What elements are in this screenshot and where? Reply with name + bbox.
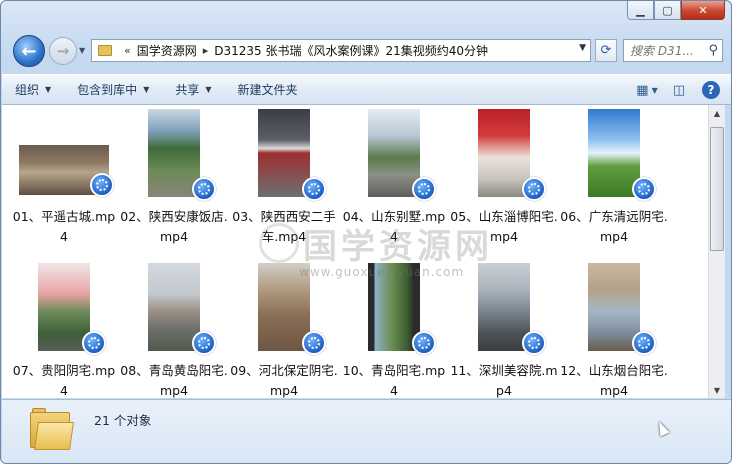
video-thumbnail [120, 107, 228, 201]
media-player-icon [412, 331, 436, 355]
chevron-down-icon: ▼ [45, 85, 52, 94]
arrow-left-icon: ← [21, 40, 37, 62]
media-player-icon [82, 331, 106, 355]
video-thumbnail [10, 107, 118, 201]
view-options-button[interactable]: ▦ ▼ [634, 78, 660, 102]
media-player-icon [632, 331, 656, 355]
include-library-label: 包含到库中 [77, 83, 138, 97]
maximize-button[interactable]: ▢ [654, 1, 681, 20]
new-folder-label: 新建文件夹 [237, 83, 298, 97]
forward-button[interactable]: → [49, 37, 77, 65]
video-thumbnail [560, 261, 668, 355]
refresh-button[interactable]: ⟳ [595, 39, 617, 62]
command-bar: 组织 ▼ 包含到库中 ▼ 共享 ▼ 新建文件夹 ▦ ▼ ◫ ? [2, 74, 731, 105]
file-item[interactable]: 03、陕西西安二手车.mp4 [230, 107, 338, 249]
video-thumbnail [120, 261, 228, 355]
share-label: 共享 [175, 83, 200, 97]
folder-icon [30, 408, 74, 450]
share-menu[interactable]: 共享 ▼ [162, 78, 224, 102]
file-name: 11、深圳美容院.mp4 [450, 363, 558, 398]
address-overflow[interactable]: « [124, 44, 131, 57]
media-player-icon [90, 173, 114, 197]
media-player-icon [192, 177, 216, 201]
breadcrumb-root[interactable]: 国学资源网 [137, 42, 197, 59]
organize-label: 组织 [15, 83, 40, 97]
file-name: 07、贵阳阴宅.mp4 [12, 363, 116, 398]
preview-pane-icon: ◫ [672, 82, 686, 98]
address-bar[interactable]: « 国学资源网 ▸ D31235 张书瑞《风水案例课》21集视频约40分钟 ▼ [91, 39, 591, 62]
refresh-icon: ⟳ [600, 43, 612, 58]
media-player-icon [302, 331, 326, 355]
vertical-scrollbar[interactable]: ▲ ▼ [708, 105, 725, 398]
file-item[interactable]: 04、山东别墅.mp4 [340, 107, 448, 249]
include-library-menu[interactable]: 包含到库中 ▼ [64, 78, 162, 102]
file-name: 05、山东淄博阳宅.mp4 [450, 209, 558, 244]
breadcrumb-separator[interactable]: ▸ [203, 44, 209, 57]
media-player-icon [192, 331, 216, 355]
scroll-up-button[interactable]: ▲ [709, 105, 725, 121]
video-thumbnail [230, 261, 338, 355]
help-icon: ? [702, 81, 720, 99]
file-item[interactable]: 05、山东淄博阳宅.mp4 [450, 107, 558, 249]
media-player-icon [412, 177, 436, 201]
explorer-window: ▁ ▢ ✕ ← → ▼ « 国学资源网 ▸ D31235 张书瑞《风水案例课》2… [0, 0, 732, 464]
breadcrumb-current[interactable]: D31235 张书瑞《风水案例课》21集视频约40分钟 [214, 42, 488, 59]
media-player-icon [302, 177, 326, 201]
help-button[interactable]: ? [698, 78, 724, 102]
video-thumbnail [450, 107, 558, 201]
search-icon[interactable]: ⚲ [708, 43, 718, 58]
file-name: 02、陕西安康饭店.mp4 [120, 209, 228, 244]
scroll-down-button[interactable]: ▼ [709, 382, 725, 398]
file-item[interactable]: 09、河北保定阴宅.mp4 [230, 261, 338, 398]
media-player-icon [632, 177, 656, 201]
file-name: 12、山东烟台阳宅.mp4 [560, 363, 668, 398]
item-count: 21 个对象 [94, 413, 152, 428]
file-name: 10、青岛阳宅.mp4 [342, 363, 446, 398]
video-thumbnail [230, 107, 338, 201]
file-name: 06、广东清远阴宅.mp4 [560, 209, 668, 244]
file-item[interactable]: 02、陕西安康饭店.mp4 [120, 107, 228, 249]
file-item[interactable]: 12、山东烟台阳宅.mp4 [560, 261, 668, 398]
navigation-bar: ← → ▼ « 国学资源网 ▸ D31235 张书瑞《风水案例课》21集视频约4… [9, 33, 725, 69]
scrollbar-thumb[interactable] [710, 127, 724, 251]
video-thumbnail [340, 107, 448, 201]
chevron-down-icon[interactable]: ▼ [579, 43, 586, 53]
chevron-down-icon: ▼ [143, 85, 150, 94]
close-button[interactable]: ✕ [681, 1, 725, 20]
arrow-right-icon: → [56, 42, 70, 60]
caption-buttons: ▁ ▢ ✕ [627, 1, 725, 23]
media-player-icon [522, 331, 546, 355]
minimize-button[interactable]: ▁ [627, 1, 654, 20]
file-item[interactable]: 06、广东清远阴宅.mp4 [560, 107, 668, 249]
file-name: 01、平遥古城.mp4 [12, 209, 116, 244]
file-item[interactable]: 07、贵阳阴宅.mp4 [10, 261, 118, 398]
new-folder-button[interactable]: 新建文件夹 [225, 78, 311, 102]
chevron-down-icon: ▼ [651, 85, 658, 95]
file-name: 04、山东别墅.mp4 [342, 209, 446, 244]
organize-menu[interactable]: 组织 ▼ [2, 78, 64, 102]
file-name: 03、陕西西安二手车.mp4 [232, 209, 336, 244]
file-item[interactable]: 11、深圳美容院.mp4 [450, 261, 558, 398]
video-thumbnail [10, 261, 118, 355]
search-input[interactable] [630, 43, 708, 58]
view-icon: ▦ [636, 82, 649, 98]
file-name: 08、青岛黄岛阳宅.mp4 [120, 363, 228, 398]
video-thumbnail [340, 261, 448, 355]
folder-icon [98, 45, 112, 56]
recent-pages-dropdown[interactable]: ▼ [79, 46, 85, 55]
file-item[interactable]: 01、平遥古城.mp4 [10, 107, 118, 249]
video-thumbnail [560, 107, 668, 201]
back-button[interactable]: ← [13, 35, 45, 67]
file-item[interactable]: 10、青岛阳宅.mp4 [340, 261, 448, 398]
file-name: 09、河北保定阴宅.mp4 [230, 363, 338, 398]
preview-pane-button[interactable]: ◫ [666, 78, 692, 102]
chevron-down-icon: ▼ [205, 85, 212, 94]
file-list: 01、平遥古城.mp4 02、陕西安康饭店.mp4 03、陕西西安二手车.mp4 04… [2, 105, 708, 398]
file-item[interactable]: 08、青岛黄岛阳宅.mp4 [120, 261, 228, 398]
video-thumbnail [450, 261, 558, 355]
details-pane: 21 个对象 [2, 399, 731, 463]
search-box[interactable]: ⚲ [623, 39, 723, 62]
media-player-icon [522, 177, 546, 201]
